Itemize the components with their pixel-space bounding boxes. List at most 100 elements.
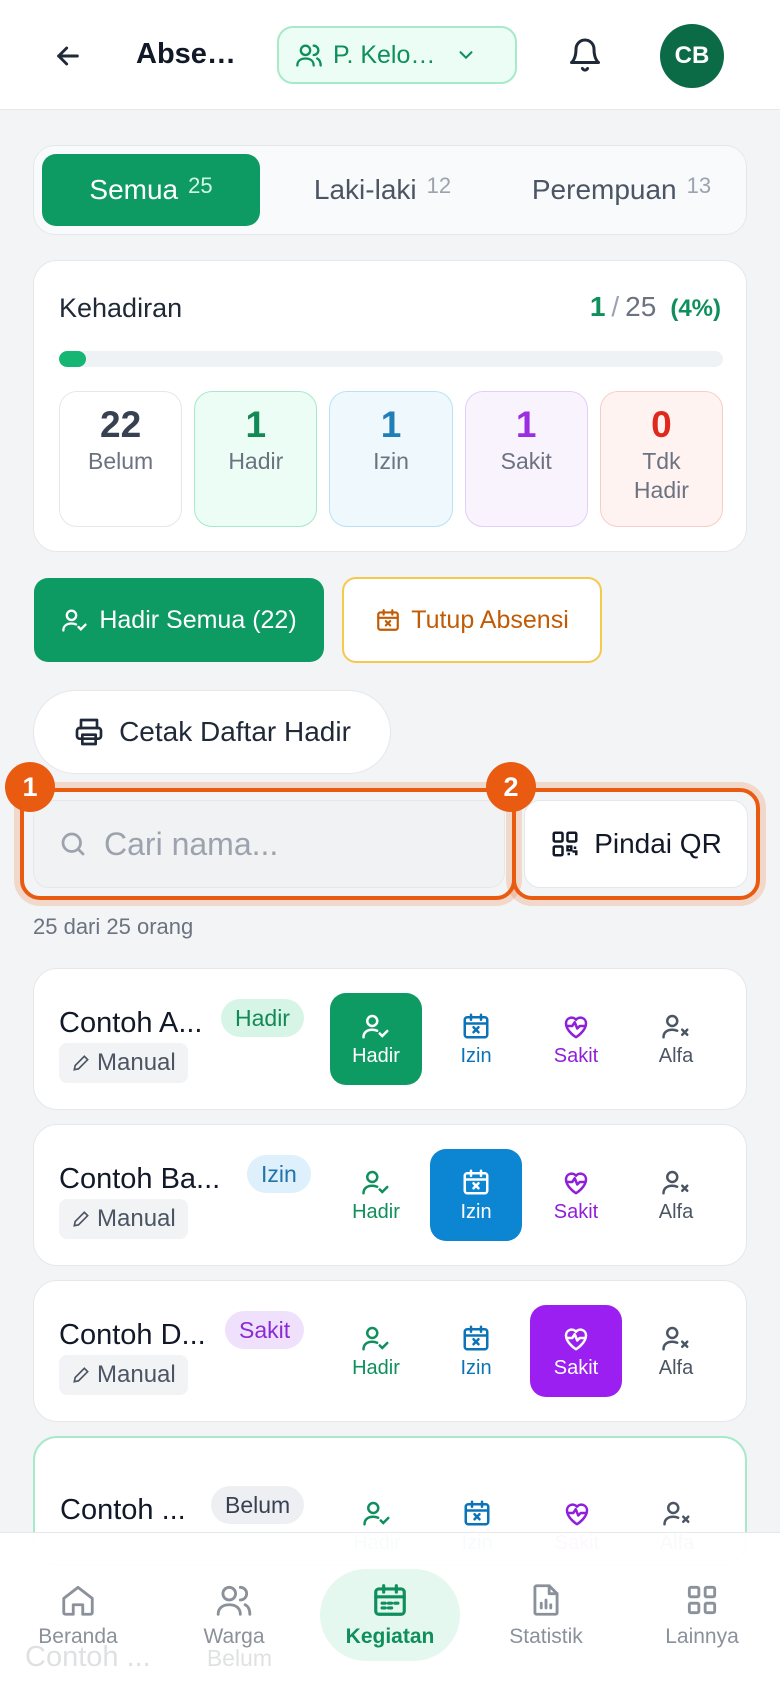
stat-value: 1 (515, 404, 537, 445)
user-check-icon (363, 1501, 390, 1525)
stat-belum: 22 Belum (59, 391, 183, 527)
status-badge: Belum (211, 1486, 305, 1524)
tab-laki-laki[interactable]: Laki-laki 12 (266, 154, 499, 226)
alfa-action[interactable]: Alfa (630, 1149, 722, 1241)
sakit-action-label: Sakit (553, 1200, 599, 1223)
tutup-absensi-label: Tutup Absensi (411, 605, 569, 634)
avatar[interactable]: CB (660, 24, 724, 88)
member-name: Contoh ... (60, 1494, 186, 1526)
cetak-daftar-hadir-button[interactable]: Cetak Daftar Hadir (33, 690, 391, 774)
source-tag: Manual (59, 1199, 188, 1239)
highlight-qr (512, 788, 760, 900)
chart-file-icon (533, 1584, 559, 1616)
attendance-title: Kehadiran (59, 293, 183, 323)
progress-fill (59, 351, 86, 367)
member-name: Contoh A... (59, 1007, 203, 1039)
users-icon (296, 44, 322, 67)
result-count: 25 dari 25 orang (33, 914, 194, 939)
izin-action[interactable]: Izin (430, 1149, 522, 1241)
source-tag: Manual (59, 1043, 188, 1083)
user-x-icon (663, 1501, 690, 1525)
highlight-badge-1: 1 (5, 762, 55, 812)
attendance-card: Kehadiran 1 / 25 (4%) 22 Belum 1 Hadir 1… (33, 260, 747, 552)
calendar-x-icon (463, 1325, 489, 1350)
stat-value: 1 (380, 404, 402, 445)
app-header: Absensi P. Kelompok CB (0, 0, 780, 110)
nav-kegiatan[interactable]: Kegiatan (320, 1569, 460, 1661)
izin-action[interactable]: Izin (430, 993, 522, 1085)
member-row: Contoh Ba... Izin Manual Hadir Izin Saki… (33, 1124, 747, 1266)
hadir-action[interactable]: Hadir (330, 1149, 422, 1241)
source-label: Manual (97, 1361, 176, 1388)
bell-icon (570, 38, 600, 72)
hadir-action[interactable]: Hadir (330, 993, 422, 1085)
izin-action-label: Izin (460, 1356, 492, 1379)
tab-semua[interactable]: Semua 25 (42, 154, 260, 226)
users-icon (216, 1585, 252, 1616)
attendance-percent: (4%) (670, 295, 721, 322)
status-actions: Hadir Izin Sakit Alfa (330, 1305, 722, 1397)
hadir-action[interactable]: Hadir (330, 1305, 422, 1397)
nav-label: Beranda (38, 1625, 118, 1648)
tab-perempuan[interactable]: Perempuan 13 (505, 154, 738, 226)
nav-label: Lainnya (665, 1625, 739, 1648)
stat-value: 0 (651, 404, 672, 445)
home-icon (62, 1585, 94, 1616)
user-x-icon (662, 1170, 689, 1194)
stat-label: Belum (88, 447, 154, 474)
user-check-icon (362, 1326, 389, 1350)
nav-statistik[interactable]: Statistik (476, 1569, 616, 1661)
pencil-icon (73, 1055, 89, 1071)
user-check-icon (362, 1014, 389, 1038)
member-name: Contoh Ba... (59, 1163, 221, 1195)
heart-pulse-icon (564, 1327, 588, 1350)
hadir-action-label: Hadir (352, 1044, 400, 1067)
alfa-action-label: Alfa (658, 1200, 694, 1223)
source-label: Manual (97, 1205, 176, 1232)
calendar-x-icon (464, 1500, 490, 1525)
group-select[interactable]: P. Kelompok (277, 26, 517, 84)
alfa-action[interactable]: Alfa (630, 1305, 722, 1397)
sakit-action[interactable]: Sakit (530, 993, 622, 1085)
notification-button[interactable] (560, 30, 610, 80)
sakit-action[interactable]: Sakit (530, 1305, 622, 1397)
gender-tabs: Semua 25 Laki-laki 12 Perempuan 13 (33, 145, 747, 235)
pencil-icon (73, 1367, 89, 1383)
back-button[interactable] (44, 36, 92, 76)
hadir-action-label: Hadir (352, 1356, 400, 1379)
stat-sakit: 1 Sakit (464, 391, 588, 527)
status-actions: Hadir Izin Sakit Alfa (330, 1149, 722, 1241)
source-label: Manual (97, 1049, 176, 1076)
member-row: Contoh A... Hadir Manual Hadir Izin Saki… (33, 968, 747, 1110)
stat-label: Tdk Hadir (633, 447, 689, 503)
stat-value: 22 (100, 404, 142, 445)
hadir-semua-button[interactable]: Hadir Semua (22) (34, 578, 324, 662)
present-count: 1 (589, 291, 606, 322)
tab-count: 12 (426, 173, 452, 198)
nav-beranda[interactable]: Beranda (8, 1569, 148, 1661)
sakit-action[interactable]: Sakit (530, 1149, 622, 1241)
arrow-left-icon (57, 46, 79, 66)
hadir-semua-label: Hadir Semua (22) (99, 605, 297, 634)
printer-icon (75, 718, 103, 746)
grid-icon (687, 1585, 717, 1615)
source-tag: Manual (59, 1355, 188, 1395)
calendar-x-icon (377, 609, 400, 631)
heart-pulse-icon (564, 1015, 588, 1038)
highlight-search (20, 788, 516, 900)
user-x-icon (662, 1014, 689, 1038)
nav-warga[interactable]: Warga (164, 1569, 304, 1661)
alfa-action[interactable]: Alfa (630, 993, 722, 1085)
tutup-absensi-button[interactable]: Tutup Absensi (342, 577, 602, 663)
status-badge: Hadir (221, 999, 304, 1037)
stat-value: 1 (245, 404, 267, 445)
pencil-icon (73, 1211, 89, 1227)
page-title: Absensi (136, 38, 248, 70)
stat-label: Hadir (228, 447, 284, 474)
status-badge: Sakit (225, 1311, 305, 1349)
izin-action[interactable]: Izin (430, 1305, 522, 1397)
nav-lainnya[interactable]: Lainnya (632, 1569, 772, 1661)
stat-tidak-hadir: 0 Tdk Hadir (599, 391, 724, 527)
user-check-icon (62, 609, 88, 632)
status-badge: Izin (247, 1155, 311, 1193)
